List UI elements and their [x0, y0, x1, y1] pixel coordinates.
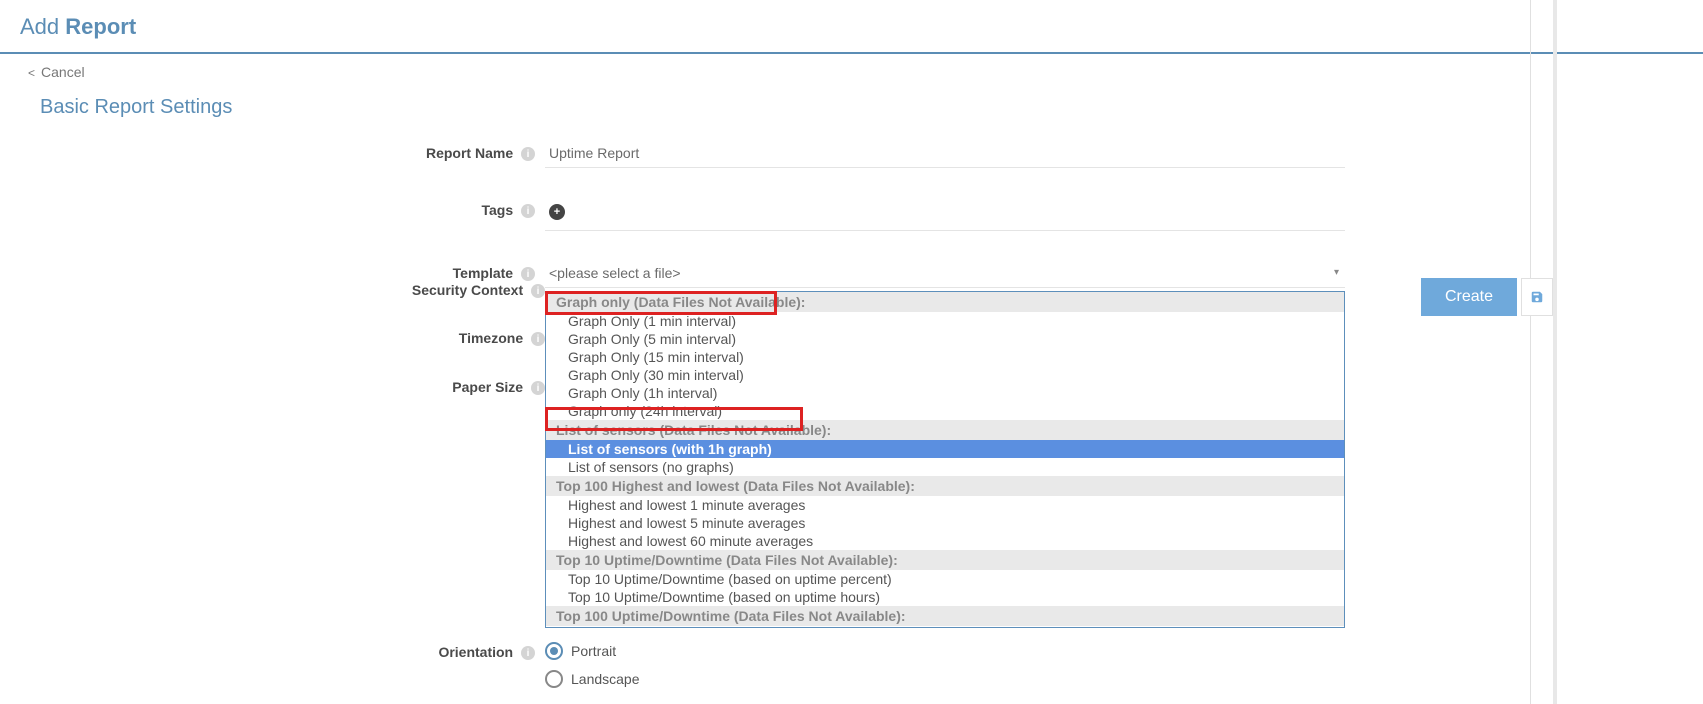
template-select-value: <please select a file> — [549, 265, 681, 281]
field-template: <please select a file> ▾ Graph only (Dat… — [545, 259, 1345, 638]
template-option[interactable]: Graph Only (1h interval) — [546, 384, 1344, 402]
info-icon[interactable]: i — [531, 332, 545, 346]
info-icon[interactable]: i — [521, 147, 535, 161]
create-button[interactable]: Create — [1421, 278, 1517, 316]
template-option[interactable]: Top 100 Uptime/Downtime (based on uptime… — [546, 626, 1344, 627]
save-icon — [1530, 290, 1544, 304]
label-paper-size-text: Paper Size — [452, 379, 523, 395]
field-tags: + — [545, 196, 1345, 231]
label-report-name-text: Report Name — [426, 145, 513, 161]
chevron-down-icon: ▾ — [1334, 267, 1339, 278]
section-heading: Basic Report Settings — [0, 90, 1703, 139]
info-icon[interactable]: i — [521, 267, 535, 281]
row-tags: Tags i + — [40, 196, 1663, 231]
row-orientation: Orientation i Portrait Landscape — [40, 638, 1663, 698]
form-area: Report Name i Tags i + Template i <pleas… — [0, 139, 1703, 698]
orientation-portrait[interactable]: Portrait — [545, 642, 1345, 660]
template-option[interactable]: Highest and lowest 5 minute averages — [546, 514, 1344, 532]
orientation-landscape-label: Landscape — [571, 671, 640, 687]
template-option[interactable]: Highest and lowest 60 minute averages — [546, 532, 1344, 550]
radio-inner-icon — [550, 647, 558, 655]
save-icon-button[interactable] — [1521, 278, 1553, 316]
tags-input-area[interactable]: + — [545, 196, 1345, 231]
label-timezone: Timezone i — [40, 330, 545, 346]
label-tags-text: Tags — [481, 202, 513, 218]
template-option[interactable]: Graph only (24h interval) — [546, 402, 1344, 420]
template-option[interactable]: Graph Only (1 min interval) — [546, 312, 1344, 330]
label-security-context-text: Security Context — [412, 282, 523, 298]
template-option[interactable]: Top 10 Uptime/Downtime (based on uptime … — [546, 570, 1344, 588]
label-security-context: Security Context i — [40, 282, 545, 298]
template-option[interactable]: Graph Only (30 min interval) — [546, 366, 1344, 384]
option-group-header: Graph only (Data Files Not Available): — [546, 292, 1344, 312]
template-option[interactable]: List of sensors (no graphs) — [546, 458, 1344, 476]
template-select[interactable]: <please select a file> ▾ — [545, 259, 1345, 288]
label-paper-size: Paper Size i — [40, 379, 545, 395]
option-group-header: List of sensors (Data Files Not Availabl… — [546, 420, 1344, 440]
template-option[interactable]: List of sensors (with 1h graph) — [546, 440, 1344, 458]
cancel-bar: < Cancel — [0, 54, 1703, 90]
label-timezone-text: Timezone — [459, 330, 523, 346]
label-orientation: Orientation i — [40, 638, 545, 660]
label-tags: Tags i — [40, 196, 545, 218]
page-title-prefix: Add — [20, 14, 59, 39]
add-tag-icon[interactable]: + — [549, 204, 565, 220]
option-group-header: Top 100 Uptime/Downtime (Data Files Not … — [546, 606, 1344, 626]
orientation-portrait-label: Portrait — [571, 643, 616, 659]
radio-icon — [545, 642, 563, 660]
label-template-text: Template — [453, 265, 513, 281]
chevron-left-icon: < — [28, 66, 35, 80]
radio-icon — [545, 670, 563, 688]
cancel-label: Cancel — [41, 64, 85, 80]
option-group-header: Top 100 Highest and lowest (Data Files N… — [546, 476, 1344, 496]
page-title: Add Report — [0, 0, 1703, 54]
info-icon[interactable]: i — [521, 646, 535, 660]
info-icon[interactable]: i — [531, 284, 545, 298]
template-option[interactable]: Graph Only (15 min interval) — [546, 348, 1344, 366]
cancel-button[interactable]: < Cancel — [28, 64, 85, 80]
vertical-divider — [1530, 0, 1531, 704]
row-template: Template i <please select a file> ▾ Grap… — [40, 259, 1663, 638]
template-dropdown-list[interactable]: Graph only (Data Files Not Available):Gr… — [546, 292, 1344, 627]
info-icon[interactable]: i — [531, 381, 545, 395]
label-report-name: Report Name i — [40, 139, 545, 161]
row-report-name: Report Name i — [40, 139, 1663, 168]
label-orientation-text: Orientation — [438, 644, 513, 660]
page-title-bold: Report — [65, 14, 136, 39]
template-option[interactable]: Top 10 Uptime/Downtime (based on uptime … — [546, 588, 1344, 606]
template-option[interactable]: Highest and lowest 1 minute averages — [546, 496, 1344, 514]
template-dropdown: Graph only (Data Files Not Available):Gr… — [545, 291, 1345, 628]
right-gutter — [1553, 0, 1557, 704]
template-option[interactable]: Graph Only (5 min interval) — [546, 330, 1344, 348]
option-group-header: Top 10 Uptime/Downtime (Data Files Not A… — [546, 550, 1344, 570]
info-icon[interactable]: i — [521, 204, 535, 218]
report-name-input[interactable] — [545, 139, 1345, 168]
orientation-landscape[interactable]: Landscape — [545, 670, 1345, 688]
field-report-name — [545, 139, 1345, 168]
label-template: Template i — [40, 259, 545, 281]
right-actions: Create — [1421, 278, 1553, 316]
field-orientation: Portrait Landscape — [545, 638, 1345, 698]
